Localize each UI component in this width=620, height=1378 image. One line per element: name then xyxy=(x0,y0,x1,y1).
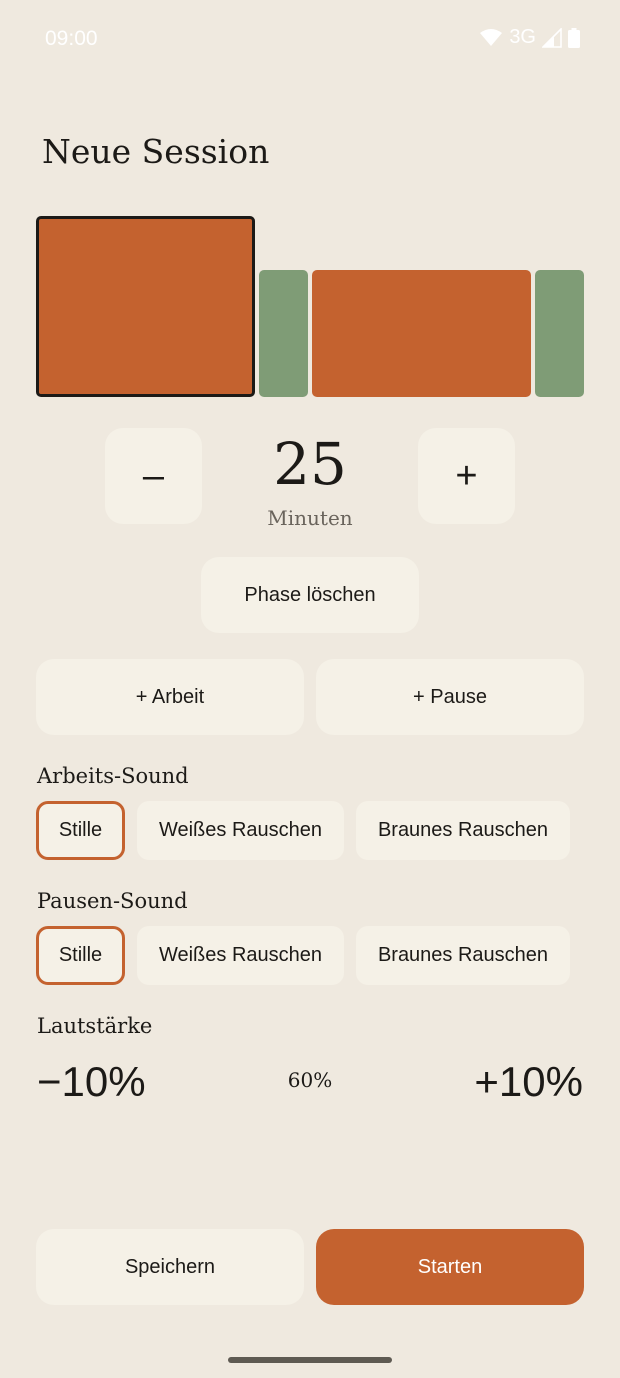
add-pause-button[interactable]: + Pause xyxy=(316,659,584,735)
work-sound-option-brown-noise[interactable]: Braunes Rauschen xyxy=(356,801,570,860)
status-bar: 09:00 3G xyxy=(0,0,620,80)
work-sound-option-silence[interactable]: Stille xyxy=(36,801,125,860)
save-label: Speichern xyxy=(124,1255,216,1278)
home-indicator[interactable] xyxy=(228,1357,392,1363)
duration-value: 25 xyxy=(273,430,347,498)
chip-label: Stille xyxy=(58,819,103,841)
start-label: Starten xyxy=(417,1255,483,1278)
pause-sound-option-silence[interactable]: Stille xyxy=(36,926,125,985)
wifi-icon xyxy=(480,28,503,46)
volume-label: Lautstärke xyxy=(37,1014,153,1038)
start-button[interactable]: Starten xyxy=(316,1229,584,1305)
signal-icon xyxy=(542,27,562,48)
timeline-segment-work[interactable] xyxy=(312,270,531,397)
page-title: Neue Session xyxy=(42,132,270,171)
timeline-segment-pause[interactable] xyxy=(259,270,308,397)
chip-label: Braunes Rauschen xyxy=(377,944,549,966)
chip-label: Braunes Rauschen xyxy=(377,819,549,841)
save-button[interactable]: Speichern xyxy=(36,1229,304,1305)
status-icons: 3G xyxy=(479,26,580,49)
delete-phase-button[interactable]: Phase löschen xyxy=(201,557,419,633)
timeline-segment-pause[interactable] xyxy=(535,270,584,397)
increase-duration-button[interactable]: + xyxy=(418,428,515,524)
volume-decrease-button[interactable]: −10% xyxy=(37,1054,146,1110)
pause-sound-option-brown-noise[interactable]: Braunes Rauschen xyxy=(356,926,570,985)
status-time: 09:00 xyxy=(45,27,98,50)
pause-sound-label: Pausen-Sound xyxy=(37,889,188,913)
chip-label: Stille xyxy=(58,944,103,966)
network-type: 3G xyxy=(509,26,536,48)
volume-value: 60% xyxy=(287,1068,333,1092)
work-sound-option-white-noise[interactable]: Weißes Rauschen xyxy=(137,801,344,860)
plus-icon: + xyxy=(455,454,478,497)
minus-icon: – xyxy=(142,454,165,497)
delete-phase-label: Phase löschen xyxy=(244,583,376,606)
volume-increase-button[interactable]: +10% xyxy=(474,1054,583,1110)
chip-label: Weißes Rauschen xyxy=(158,944,323,966)
session-timeline xyxy=(36,216,584,397)
add-pause-label: + Pause xyxy=(413,685,487,708)
add-work-button[interactable]: + Arbeit xyxy=(36,659,304,735)
pause-sound-option-white-noise[interactable]: Weißes Rauschen xyxy=(137,926,344,985)
duration-unit: Minuten xyxy=(267,506,353,530)
decrease-duration-button[interactable]: – xyxy=(105,428,202,524)
work-sound-label: Arbeits-Sound xyxy=(37,764,189,788)
chip-label: Weißes Rauschen xyxy=(158,819,323,841)
add-work-label: + Arbeit xyxy=(135,685,205,708)
battery-icon xyxy=(568,27,580,48)
timeline-segment-work[interactable] xyxy=(36,216,255,397)
